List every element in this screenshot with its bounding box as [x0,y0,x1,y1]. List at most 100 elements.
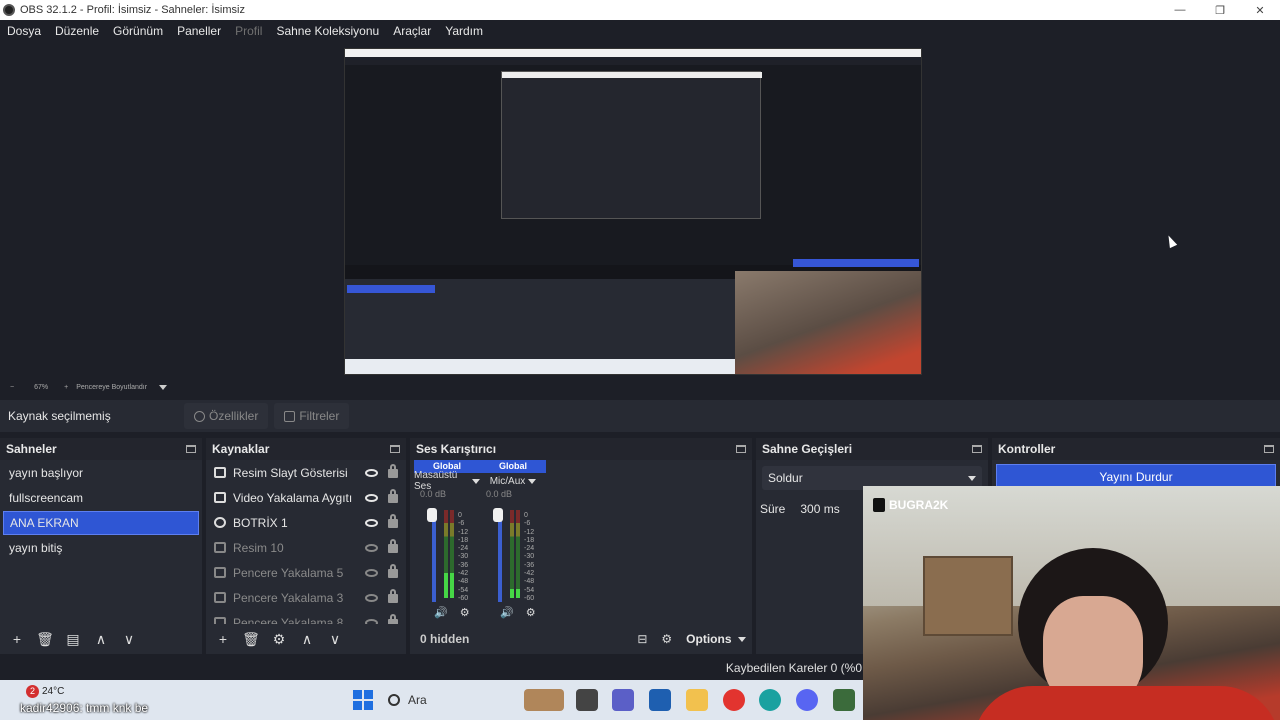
visibility-eye-icon[interactable] [365,468,378,477]
maximize-button[interactable]: ❐ [1200,0,1240,20]
source-properties-button[interactable]: ⚙ [268,628,290,650]
channel-name-dropdown[interactable]: Mic/Aux [480,473,546,489]
gear-icon[interactable]: ⚙ [460,606,470,619]
source-name: Resim Slayt Gösterisi [233,465,348,480]
source-item[interactable]: BOTRİX 1 [206,510,406,535]
task-view-icon[interactable] [576,689,598,711]
gear-icon[interactable]: ⚙ [661,632,672,646]
undock-icon[interactable] [1264,445,1274,453]
level-meter [444,510,448,598]
duration-label: Süre [760,502,786,516]
menu-help[interactable]: Yardım [445,24,483,38]
undock-icon[interactable] [736,445,746,453]
window-icon [214,567,226,578]
excel-icon[interactable] [833,689,855,711]
close-button[interactable]: ✕ [1240,0,1280,20]
scene-item-selected[interactable]: ANA EKRAN [3,511,199,535]
add-scene-button[interactable]: + [6,628,28,650]
source-item[interactable]: Video Yakalama Aygıtı [206,485,406,510]
remove-source-button[interactable]: 🗑 [240,628,262,650]
search-icon [388,694,400,706]
speaker-icon[interactable]: 🔊 [434,606,448,619]
lock-icon[interactable] [388,589,398,603]
level-meter-fill [510,589,514,598]
opera-icon[interactable] [723,689,745,711]
lock-icon[interactable] [388,514,398,528]
mixer-header: Ses Karıştırıcı [410,438,752,460]
undock-icon[interactable] [972,445,982,453]
hidden-eye-icon[interactable] [365,568,378,577]
duration-input[interactable]: 300 ms [800,502,839,516]
undock-icon[interactable] [186,445,196,453]
store-icon[interactable] [649,689,671,711]
gear-icon[interactable]: ⚙ [526,606,536,619]
move-down-button[interactable]: ∨ [324,628,346,650]
filter-icon [284,410,296,422]
level-meter-fill [450,573,454,598]
lock-icon[interactable] [388,464,398,478]
scene-item[interactable]: fullscreencam [3,486,199,510]
source-item[interactable]: Pencere Yakalama 8 [206,610,406,624]
undock-icon[interactable] [390,445,400,453]
minimize-button[interactable]: — [1160,0,1200,20]
db-tick: -12 [458,528,469,536]
menu-edit[interactable]: Düzenle [55,24,99,38]
scene-item[interactable]: yayın bitiş [3,536,199,560]
db-scale: 0 -6 -12 -18 -24 -30 -36 -42 -48 -54 -60 [524,512,534,603]
file-explorer-icon[interactable] [686,689,708,711]
move-down-button[interactable]: ∨ [118,628,140,650]
source-item[interactable]: Pencere Yakalama 3 [206,585,406,610]
teams-icon[interactable] [612,689,634,711]
volume-fader-handle[interactable] [427,508,437,522]
zoom-out-button[interactable]: − [10,384,14,391]
source-item[interactable]: Pencere Yakalama 5 [206,560,406,585]
browser-globe-icon [214,517,226,528]
source-item[interactable]: Resim Slayt Gösterisi [206,460,406,485]
menu-scene-collection[interactable]: Sahne Koleksiyonu [276,24,379,38]
add-source-button[interactable]: + [212,628,234,650]
remove-scene-button[interactable]: 🗑 [34,628,56,650]
lock-icon[interactable] [388,489,398,503]
zoom-fit-label[interactable]: Pencereye Boyutlandır [76,384,147,391]
speaker-icon[interactable]: 🔊 [500,606,514,619]
lock-icon[interactable] [388,564,398,578]
audio-mixer-dock: Ses Karıştırıcı Global Masaüstü Ses 0.0 … [410,438,752,654]
visibility-eye-icon[interactable] [365,493,378,502]
scene-filters-button[interactable]: ▤ [62,628,84,650]
zoom-in-button[interactable]: + [64,384,68,391]
sources-list: Resim Slayt Gösterisi Video Yakalama Ayg… [206,460,406,624]
discord-icon[interactable] [796,689,818,711]
layout-toggle-icon[interactable]: ⊟ [637,632,647,646]
weather-temp[interactable]: 24°C [42,686,64,697]
visibility-eye-icon[interactable] [365,518,378,527]
taskbar-search[interactable]: Ara [388,688,518,712]
menu-docks[interactable]: Paneller [177,24,221,38]
options-button[interactable]: Options [686,632,746,646]
menu-file[interactable]: Dosya [7,24,41,38]
filters-button[interactable]: Filtreler [274,403,350,429]
menu-profile[interactable]: Profil [235,24,262,38]
transition-selected: Soldur [768,471,803,485]
zoom-dropdown-icon[interactable] [159,384,168,390]
source-item[interactable]: Resim 10 [206,535,406,560]
hidden-eye-icon[interactable] [365,593,378,602]
scenes-header: Sahneler [0,438,202,460]
move-up-button[interactable]: ∧ [90,628,112,650]
move-up-button[interactable]: ∧ [296,628,318,650]
edge-icon[interactable] [759,689,781,711]
search-highlight-icon[interactable] [524,689,564,711]
volume-fader-track[interactable] [432,510,436,602]
properties-button[interactable]: Özellikler [184,403,269,429]
volume-fader-handle[interactable] [493,508,503,522]
image-icon [214,542,226,553]
menu-view[interactable]: Görünüm [113,24,163,38]
hidden-eye-icon[interactable] [365,543,378,552]
camera-icon [214,492,226,503]
lock-icon[interactable] [388,539,398,553]
channel-name-dropdown[interactable]: Masaüstü Ses [414,470,480,492]
volume-fader-track[interactable] [498,510,502,602]
menu-tools[interactable]: Araçlar [393,24,431,38]
tiktok-icon [873,498,885,512]
windows-start-icon[interactable] [353,690,373,710]
scene-item[interactable]: yayın başlıyor [3,461,199,485]
